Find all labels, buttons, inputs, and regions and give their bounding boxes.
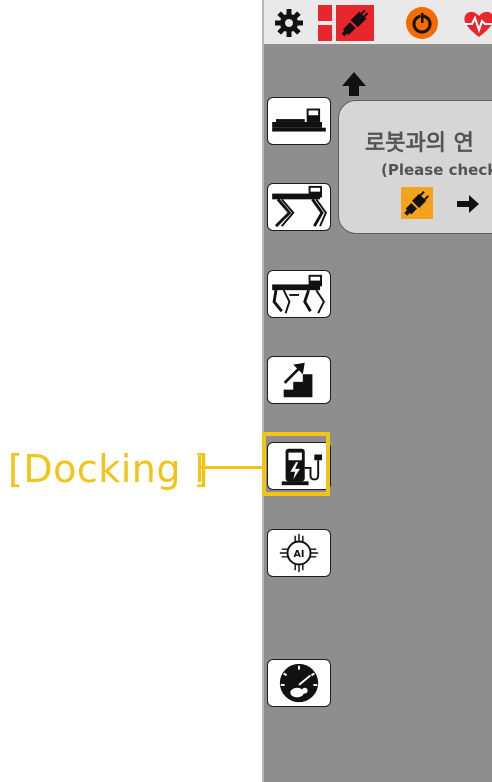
robot-standing-icon	[272, 185, 327, 228]
message-subtitle: (Please check	[381, 161, 492, 179]
robot-walking-icon	[272, 274, 326, 314]
stairs-icon	[283, 362, 313, 398]
annotation-leader-line	[198, 466, 262, 469]
walk-mode-button[interactable]	[267, 270, 331, 318]
power-icon[interactable]	[406, 7, 438, 39]
plug-icon	[401, 187, 433, 219]
ai-mode-button[interactable]: AI	[267, 529, 331, 577]
network-disconnected-icon[interactable]	[318, 3, 376, 43]
stairs-mode-button[interactable]	[267, 356, 331, 404]
robot-control-panel: AI 로봇과의 연 (Please check	[262, 0, 492, 782]
arrow-right-icon	[455, 193, 481, 215]
docking-highlight-box	[262, 432, 330, 496]
connection-message-dialog: 로봇과의 연 (Please check	[338, 100, 492, 234]
ai-brain-icon: AI	[279, 533, 319, 573]
scroll-up-arrow-icon[interactable]	[340, 70, 368, 98]
message-title: 로봇과의 연	[365, 131, 474, 156]
top-status-bar	[264, 0, 492, 44]
robot-lying-icon	[272, 108, 326, 132]
svg-text:AI: AI	[294, 549, 305, 560]
speed-mode-button[interactable]	[267, 659, 331, 707]
heart-rate-icon[interactable]	[462, 9, 492, 39]
speedometer-icon	[279, 663, 319, 703]
annotation-bracket	[198, 456, 201, 482]
docking-annotation-label: [Docking ]	[8, 447, 209, 491]
gear-icon[interactable]	[274, 8, 304, 38]
lie-down-mode-button[interactable]	[267, 97, 331, 145]
stand-mode-button[interactable]	[267, 183, 331, 231]
